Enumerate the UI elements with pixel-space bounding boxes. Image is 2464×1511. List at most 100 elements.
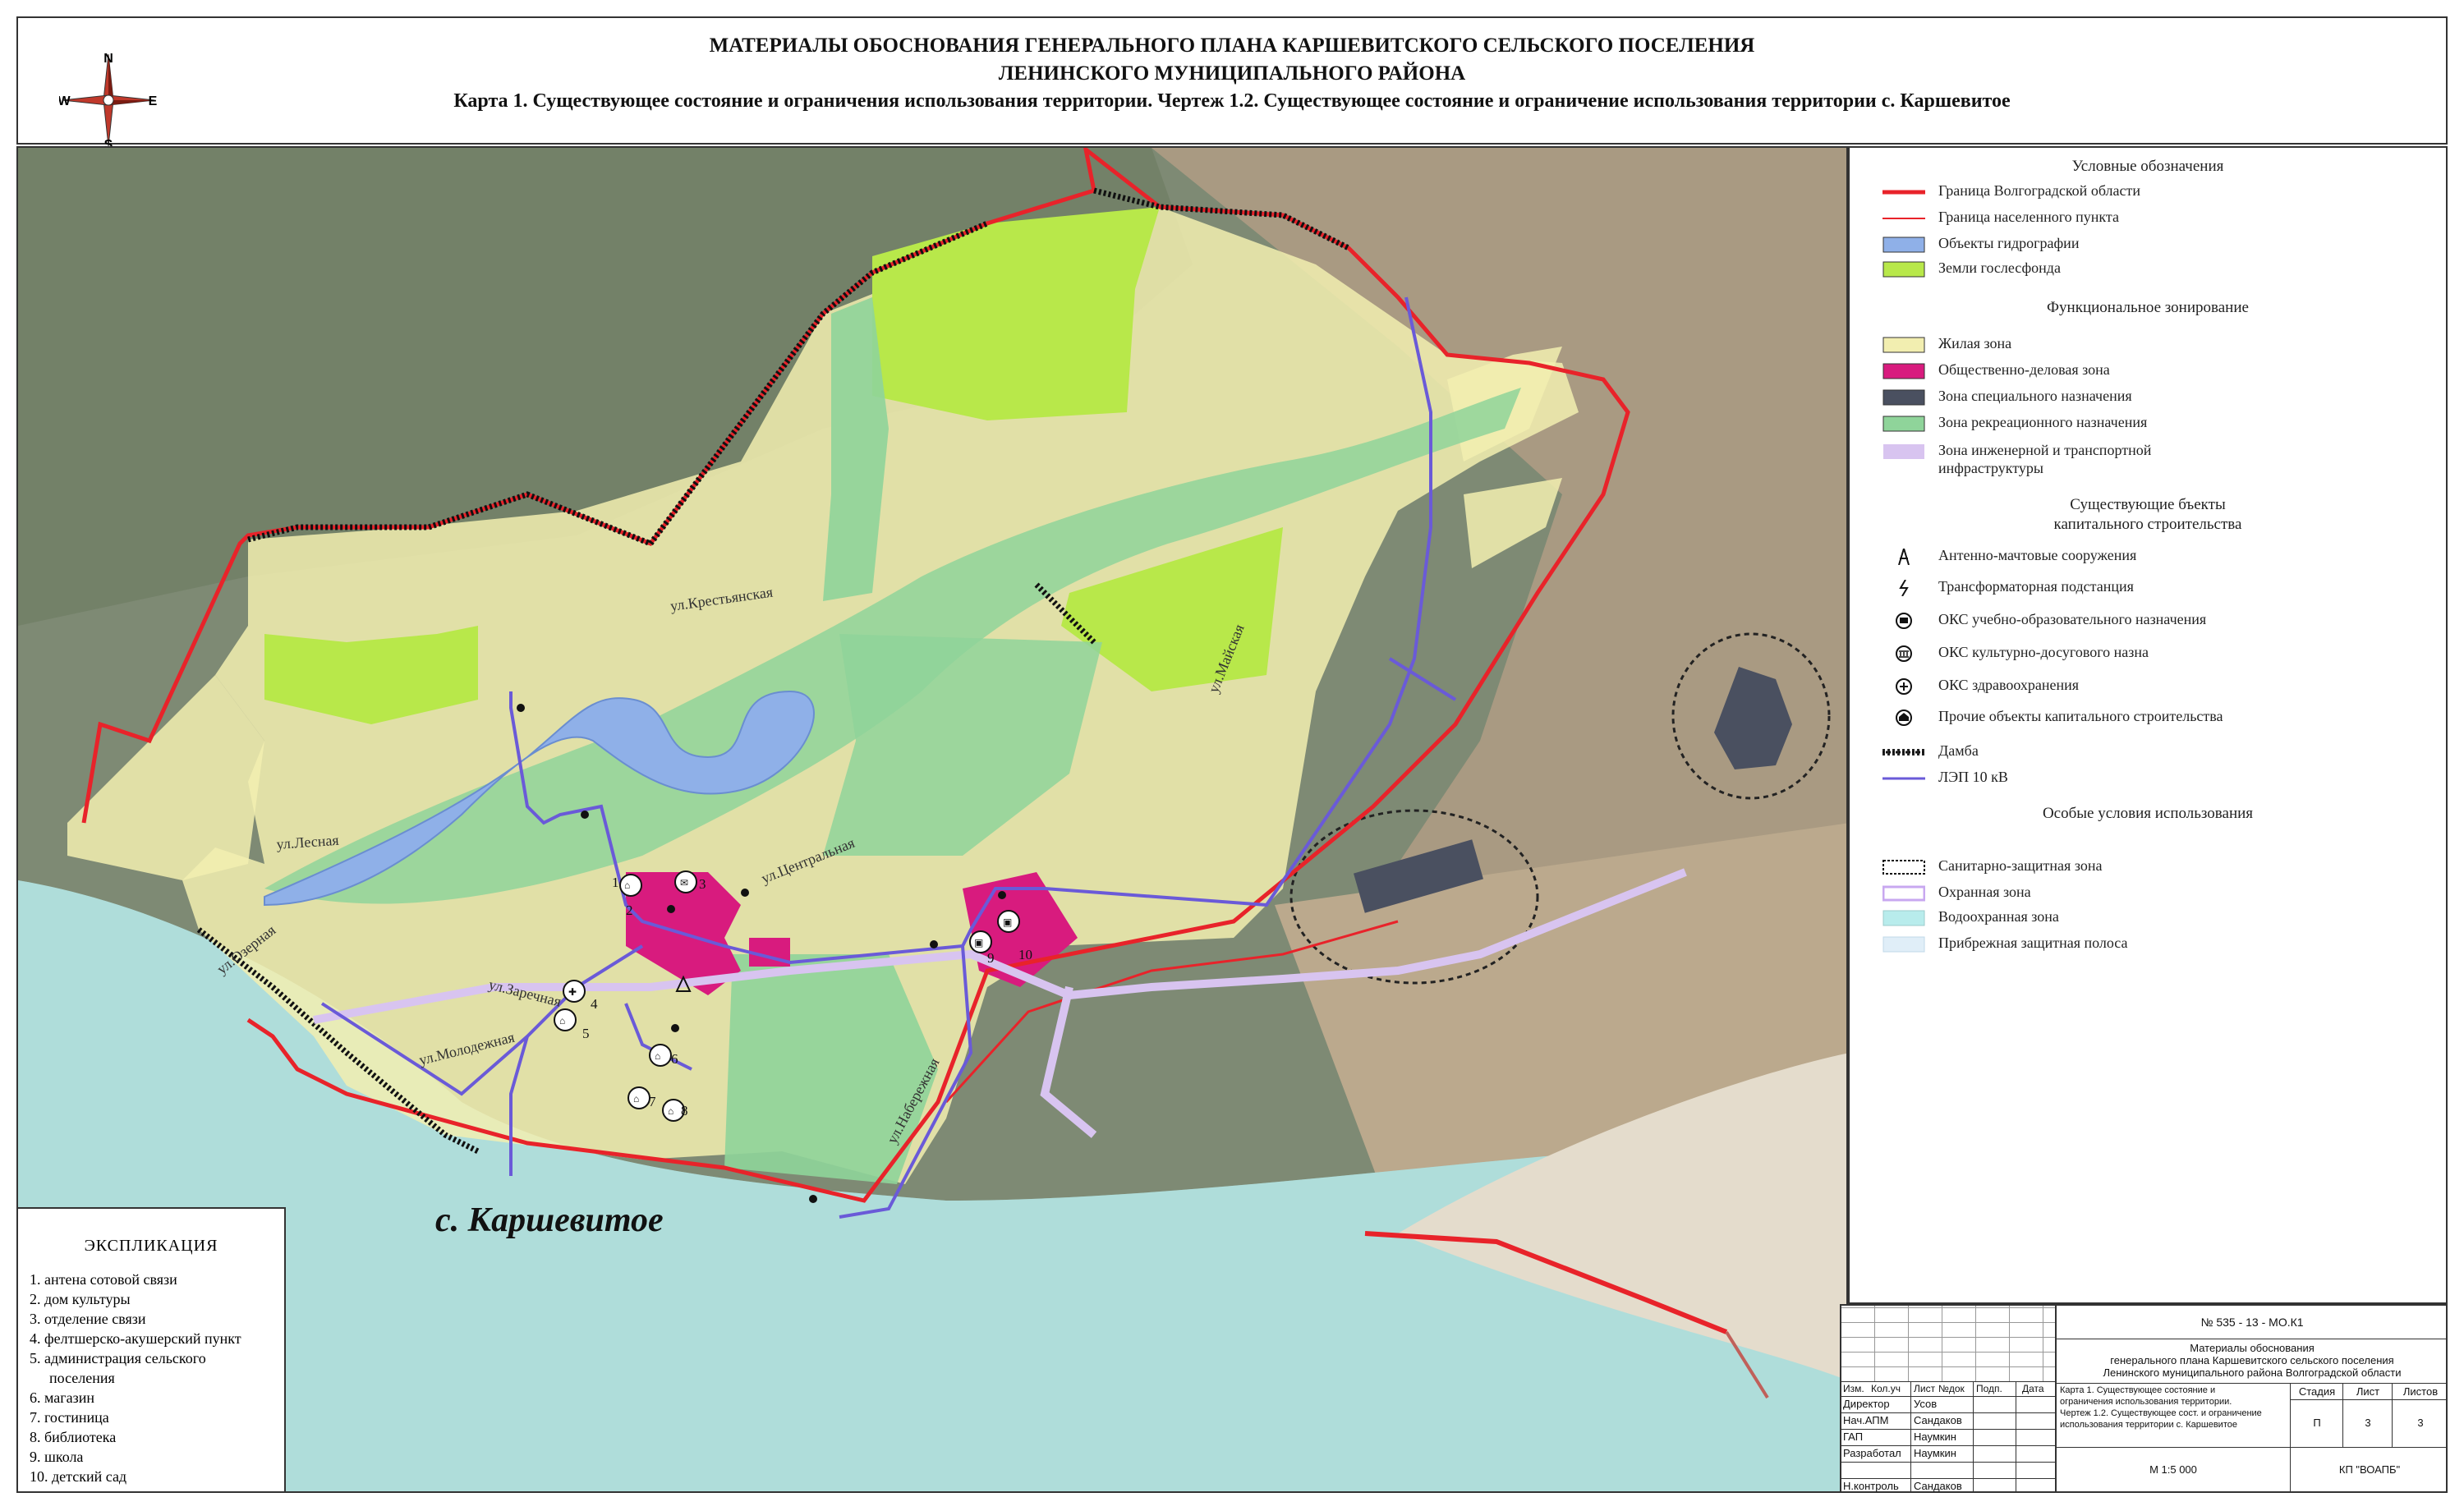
settlement-name: с. Каршевитое [435, 1201, 664, 1239]
red-line-icon [1882, 190, 1925, 195]
transformer-icon-1[interactable] [517, 704, 525, 712]
dark-fill-icon [1882, 389, 1925, 406]
map-svg: ул.Крестьянская ул.Лесная ул.Центральная… [18, 148, 1846, 1491]
legend-item-sanitary: Санитарно-защитная зона [1882, 856, 2441, 880]
stamp-name-6: Сандаков [1914, 1480, 1962, 1492]
stamp-col-kolvo: Кол.уч [1871, 1383, 1901, 1394]
list-item: 8. библиотека [30, 1429, 117, 1445]
legend-item-health: ОКС здравоохранения [1882, 675, 2441, 700]
lilac-fill-icon [1883, 444, 1924, 459]
explication-list: 1. антена сотовой связи 2. дом культуры … [30, 1270, 241, 1486]
stamp-sheet-desc-2: ограничения использования территории. [2060, 1397, 2232, 1407]
legend-existing-title-1: Существующие бъекты [2070, 496, 2226, 513]
title-line-3: Карта 1. Существующее состояние и ограни… [453, 90, 2011, 112]
explication-title: ЭКСПЛИКАЦИЯ [84, 1237, 218, 1255]
kindergarten-glyph: ▣ [1003, 916, 1012, 928]
stamp-desc-3: Ленинского муниципального района Волгогр… [2103, 1366, 2402, 1379]
object-number-2: 2 [626, 902, 633, 918]
legend-item-hydrography: Объекты гидрографии [1882, 233, 2441, 258]
list-item: 7. гостиница [30, 1409, 109, 1426]
list-item: 9. школа [30, 1449, 84, 1465]
stamp-role-2: Нач.АПМ [1843, 1414, 1889, 1426]
map-sheet: N S W E МАТЕРИАЛЫ ОБОСНОВАНИЯ ГЕНЕРАЛЬНО… [0, 0, 2464, 1511]
green-fill-icon [1882, 261, 1925, 278]
stamp-org: КП "ВОАПБ" [2338, 1463, 2401, 1476]
transformer-icon-6[interactable] [998, 891, 1006, 899]
legend-item-protection: Охранная зона [1882, 882, 2441, 907]
culture-icon[interactable] [619, 874, 642, 897]
list-item: поселения [49, 1370, 115, 1386]
list-item: 6. магазин [30, 1389, 95, 1406]
coastal-strip-icon [1882, 936, 1925, 953]
culture-icon [1896, 645, 1912, 662]
transformer-icon-8[interactable] [671, 1024, 679, 1032]
protection-zone-icon [1882, 885, 1925, 902]
legend-special-title: Особые условия использования [2042, 805, 2254, 822]
stamp-col-list: Лист [1914, 1383, 1936, 1394]
stamp-desc-1: Материалы обоснования [2190, 1342, 2315, 1354]
stamp-desc-2: генерального плана Каршевитского сельско… [2110, 1354, 2394, 1366]
health-icon [1896, 678, 1912, 695]
thin-red-line-icon [1882, 218, 1925, 219]
legend-item-recreation: Зона рекреационного назначения [1882, 412, 2441, 437]
stamp-role-3: ГАП [1843, 1431, 1864, 1443]
stamp-title-block: № 535 - 13 - МО.К1 Материалы обоснования… [1840, 1304, 2448, 1493]
yellow-fill-icon [1882, 337, 1925, 353]
stamp-sheet-desc-3: Чертеж 1.2. Существующее сост. и огранич… [2060, 1408, 2262, 1418]
stamp-role-6: Н.контроль [1843, 1480, 1899, 1492]
legend-item-dam: Дамба [1882, 741, 2441, 765]
object-number-4: 4 [591, 996, 598, 1012]
culture-glyph: ⌂ [624, 880, 630, 891]
stamp-sheet-desc-4: использования территории с. Каршевитое [2060, 1420, 2237, 1430]
transformer-icon-7[interactable] [809, 1195, 817, 1203]
transformer-icon-3[interactable] [667, 905, 675, 913]
post-glyph: ✉ [680, 877, 688, 889]
stamp-name-4: Наумкин [1914, 1447, 1956, 1459]
stamp-name-3: Наумкин [1914, 1431, 1956, 1443]
stamp-sheet-desc-1: Карта 1. Существующее состояние и [2060, 1385, 2216, 1395]
health-glyph: ✚ [568, 986, 577, 998]
antenna-icon [1898, 549, 1910, 565]
transformer-icon-4[interactable] [741, 889, 749, 897]
dam-line-icon [1882, 749, 1925, 756]
stamp-sheet-label: Лист [2356, 1385, 2380, 1398]
title-line-2: ЛЕНИНСКОГО МУНИЦИПАЛЬНОГО РАЙОНА [998, 62, 1466, 85]
legend-item-other-buildings: Прочие объекты капитального строительств… [1882, 706, 2441, 731]
legend-item-region-border: Граница Волгоградской области [1882, 181, 2441, 205]
list-item: 3. отделение связи [30, 1311, 146, 1327]
stamp-sheet: 3 [2365, 1417, 2371, 1429]
object-number-7: 7 [649, 1094, 656, 1109]
map-canvas[interactable]: ул.Крестьянская ул.Лесная ул.Центральная… [16, 146, 1848, 1493]
sanitary-zone-icon [1882, 860, 1925, 875]
legend-item-infrastructure: Зона инженерной и транспортной инфрастру… [1882, 440, 2441, 483]
legend-item-education: ОКС учебно-образовательного назначения [1882, 609, 2441, 634]
legend-zoning-title: Функциональное зонирование [2047, 299, 2249, 316]
object-number-8: 8 [681, 1103, 688, 1118]
list-item: 5. администрация сельского [30, 1350, 206, 1366]
transformer-icon-5[interactable] [930, 940, 938, 948]
stamp-sheets: 3 [2417, 1417, 2424, 1429]
legend-item-power-line: ЛЭП 10 кВ [1882, 767, 2441, 792]
library-glyph: ⌂ [668, 1105, 673, 1117]
legend-item-forest: Земли гослесфонда [1882, 258, 2441, 282]
magenta-fill-icon [1882, 363, 1925, 379]
stamp-name-1: Усов [1914, 1398, 1938, 1410]
object-number-3: 3 [699, 876, 706, 892]
stamp-col-izm: Изм. [1843, 1383, 1864, 1394]
transformer-icon-2[interactable] [581, 811, 589, 819]
legend-item-residential: Жилая зона [1882, 333, 2441, 358]
legend-item-water-protection: Водоохранная зона [1882, 907, 2441, 931]
stamp-role-1: Директор [1843, 1398, 1890, 1410]
power-line-icon [1882, 777, 1925, 780]
legend-item-transformer: Трансформаторная подстанция [1882, 576, 2441, 601]
education-icon [1896, 613, 1912, 629]
legend-item-antenna: Антенно-мачтовые сооружения [1882, 545, 2441, 570]
stamp-scale: М 1:5 000 [2149, 1463, 2197, 1476]
title-block: N S W E МАТЕРИАЛЫ ОБОСНОВАНИЯ ГЕНЕРАЛЬНО… [16, 16, 2448, 149]
shop-glyph: ⌂ [655, 1050, 660, 1062]
legend-item-public: Общественно-деловая зона [1882, 360, 2441, 384]
blue-fill-icon [1882, 237, 1925, 253]
stamp-name-2: Сандаков [1914, 1414, 1962, 1426]
list-item: 10. детский сад [30, 1468, 127, 1485]
school-glyph: ▣ [974, 937, 983, 948]
